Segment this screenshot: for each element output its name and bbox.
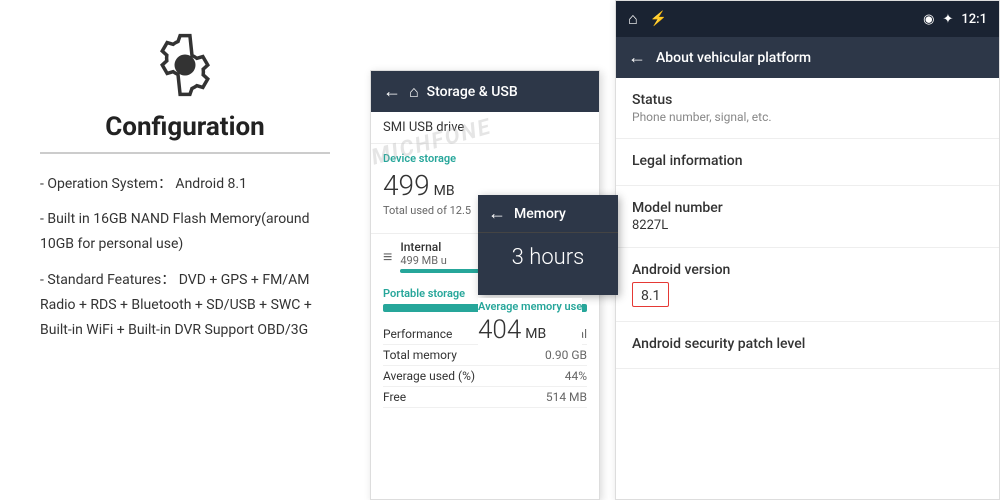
android-version-value: 8.1	[641, 288, 660, 304]
topbar-bluetooth-icon: ✦	[943, 12, 954, 27]
about-status-sub: Phone number, signal, etc.	[632, 110, 983, 124]
config-item-features: - Standard Features： DVD + GPS + FM/AM R…	[40, 268, 330, 344]
stats-label-avg: Average used (%)	[383, 369, 475, 383]
stats-label-free: Free	[383, 390, 406, 404]
memory-header: ← Memory	[478, 195, 618, 233]
about-legal-title: Legal information	[632, 153, 983, 169]
stats-val-free: 514 MB	[546, 390, 587, 404]
config-list: - Operation System： Android 8.1 - Built …	[40, 172, 330, 343]
home-icon: ⌂	[409, 82, 419, 102]
topbar-left: ⌂ ⚡	[628, 9, 667, 29]
stats-row-free: Free 514 MB	[383, 387, 587, 408]
memory-hours: 3 hours	[478, 233, 618, 282]
stats-val-avg: 44%	[565, 369, 587, 383]
stats-row-avg: Average used (%) 44%	[383, 366, 587, 387]
gear-icon-container	[40, 30, 330, 104]
stats-label-performance: Performance	[383, 327, 452, 341]
about-header-title: About vehicular platform	[656, 50, 811, 66]
stats-row-total: Total memory 0.90 GB	[383, 345, 587, 366]
topbar-time: 12:1	[961, 12, 987, 27]
about-item-security[interactable]: Android security patch level	[616, 322, 999, 369]
about-status-title: Status	[632, 92, 983, 108]
avg-memory-section: Average memory use 404 MB	[478, 298, 582, 347]
internal-storage-icon: ≡	[383, 247, 392, 267]
storage-size-number: 499	[383, 169, 430, 202]
about-item-android-version[interactable]: Android version 8.1	[616, 248, 999, 322]
about-list: Status Phone number, signal, etc. Legal …	[616, 78, 999, 369]
storage-title: Storage & USB	[427, 84, 518, 100]
avg-memory-unit: MB	[525, 326, 546, 342]
storage-back-button[interactable]: ←	[383, 81, 401, 102]
avg-memory-label: Average memory use	[478, 300, 582, 313]
gear-icon	[150, 30, 220, 100]
left-panel: Configuration - Operation System： Androi…	[0, 0, 370, 500]
about-item-status[interactable]: Status Phone number, signal, etc.	[616, 78, 999, 139]
smi-label: SMI USB drive	[371, 112, 599, 144]
about-item-legal[interactable]: Legal information	[616, 139, 999, 186]
stats-val-total: 0.90 GB	[545, 348, 587, 362]
about-back-button[interactable]: ←	[628, 47, 646, 68]
topbar-location-icon: ◉	[923, 12, 934, 27]
memory-title: Memory	[514, 206, 566, 222]
memory-overlay: ← Memory 3 hours	[478, 195, 618, 295]
about-header: ← About vehicular platform	[616, 37, 999, 78]
about-security-title: Android security patch level	[632, 336, 983, 352]
about-panel: ⌂ ⚡ ◉ ✦ 12:1 ← About vehicular platform …	[615, 0, 1000, 500]
about-topbar: ⌂ ⚡ ◉ ✦ 12:1	[616, 1, 999, 37]
about-android-title: Android version	[632, 262, 983, 278]
memory-back-button[interactable]: ←	[488, 203, 506, 224]
about-model-value: 8227L	[632, 218, 983, 233]
device-storage-label: Device storage	[383, 152, 587, 165]
storage-size-unit: MB	[434, 183, 455, 199]
about-item-model[interactable]: Model number 8227L	[616, 186, 999, 248]
avg-memory-size: 404	[478, 315, 521, 345]
stats-label-total: Total memory	[383, 348, 457, 362]
config-title: Configuration	[40, 112, 330, 154]
topbar-icons: ◉ ✦ 12:1	[923, 12, 987, 27]
config-item-os: - Operation System： Android 8.1	[40, 172, 330, 197]
about-model-title: Model number	[632, 200, 983, 216]
avg-memory-value-row: 404 MB	[478, 315, 582, 345]
android-version-box: 8.1	[632, 282, 669, 307]
topbar-home-icon: ⌂	[628, 9, 638, 29]
topbar-usb-icon: ⚡	[650, 11, 667, 27]
storage-header: ← ⌂ Storage & USB	[371, 71, 599, 112]
config-item-memory: - Built in 16GB NAND Flash Memory(around…	[40, 207, 330, 257]
